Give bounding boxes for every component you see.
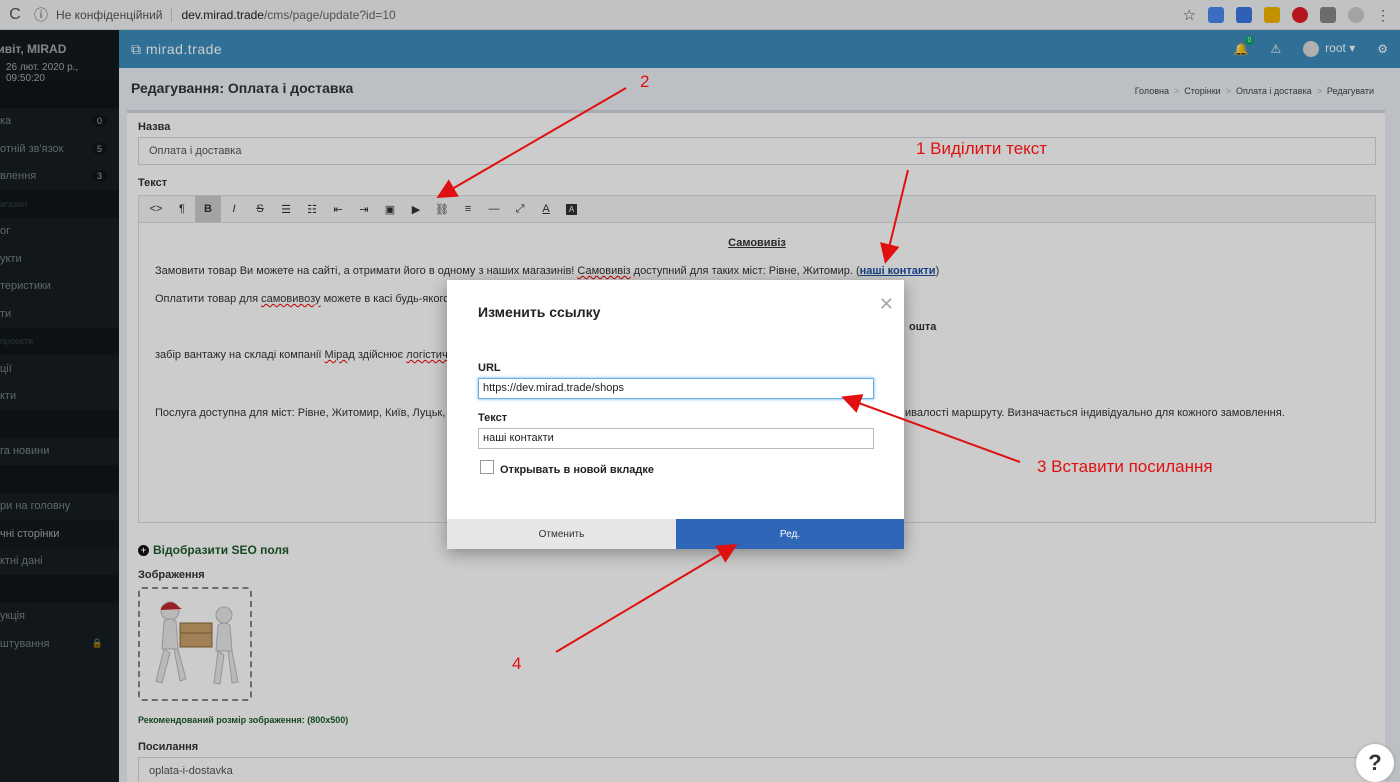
url-input[interactable]: https://dev.mirad.trade/shops bbox=[478, 378, 874, 399]
edit-confirm-button[interactable]: Ред. bbox=[676, 519, 904, 549]
edit-link-modal: Изменить ссылку ✕ URL https://dev.mirad.… bbox=[447, 280, 904, 549]
link-text-label: Текст bbox=[478, 412, 508, 424]
annotation-step-3: 3 Вставити посилання bbox=[1037, 457, 1213, 476]
modal-title: Изменить ссылку bbox=[478, 304, 601, 320]
link-text-input[interactable]: наші контакти bbox=[478, 428, 874, 449]
close-icon[interactable]: ✕ bbox=[879, 294, 894, 315]
new-tab-checkbox[interactable] bbox=[480, 460, 494, 474]
cancel-button[interactable]: Отменить bbox=[447, 519, 676, 549]
help-button[interactable]: ? bbox=[1356, 744, 1394, 782]
annotation-step-4: 4 bbox=[512, 654, 522, 673]
url-label: URL bbox=[478, 362, 501, 374]
annotation-step-2: 2 bbox=[640, 72, 650, 91]
sidebar-backdrop bbox=[0, 30, 119, 782]
annotation-step-1: 1 Виділити текст bbox=[916, 139, 1048, 158]
new-tab-label[interactable]: Открывать в новой вкладке bbox=[500, 464, 654, 476]
